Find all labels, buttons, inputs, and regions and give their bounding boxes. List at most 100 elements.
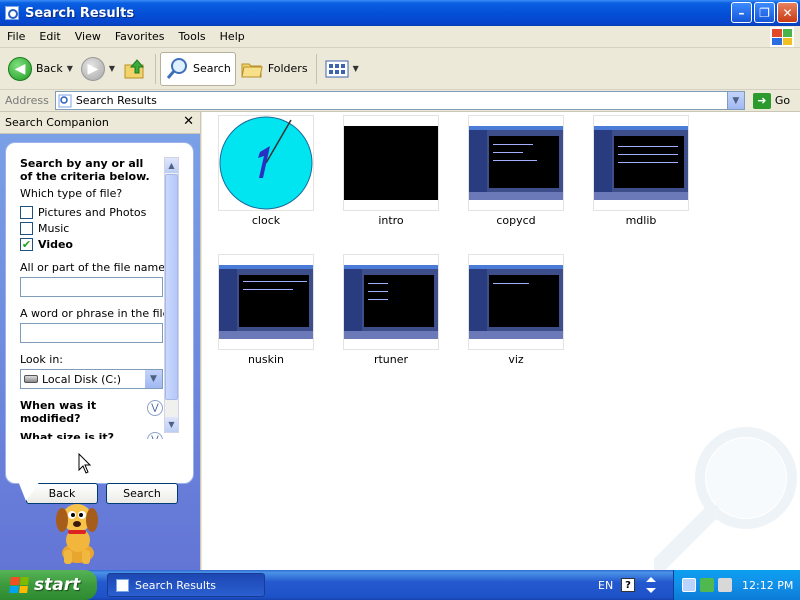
go-arrow-icon: ➜: [752, 92, 771, 109]
menu-tools[interactable]: Tools: [172, 30, 213, 43]
folders-button[interactable]: Folders: [236, 52, 312, 86]
search-dog-icon: [56, 504, 98, 564]
search-window-icon: [116, 578, 129, 592]
phrase-input[interactable]: [20, 323, 163, 343]
forward-button[interactable]: ▶ ▼: [77, 52, 119, 86]
back-arrow-icon: ◀: [8, 56, 32, 81]
file-label-clock[interactable]: clock: [206, 214, 326, 227]
drive-icon: [24, 375, 38, 383]
screenshot-thumbnail-icon: [219, 265, 313, 339]
toolbar: ◀ Back ▼ ▶ ▼ Search Folders ▼: [0, 48, 800, 90]
window-title: Search Results: [25, 5, 135, 21]
screenshot-thumbnail-icon: [344, 265, 438, 339]
address-dropdown-icon[interactable]: ▼: [726, 92, 744, 109]
results-view: clock intro copycd mdlib nuskin rtuner v…: [202, 112, 800, 570]
look-in-dropdown-icon[interactable]: ▼: [145, 370, 162, 388]
companion-search-button[interactable]: Search: [106, 483, 178, 504]
windows-logo-icon: [770, 27, 794, 47]
music-checkbox[interactable]: [20, 222, 33, 235]
modified-label: When was it modified?: [20, 399, 97, 425]
video-label: Video: [38, 238, 73, 251]
look-in-select[interactable]: Local Disk (C:) ▼: [20, 369, 163, 389]
toolbar-separator: [315, 53, 317, 84]
start-button[interactable]: start: [0, 570, 97, 600]
folders-label: Folders: [267, 62, 308, 75]
file-label-intro[interactable]: intro: [331, 214, 451, 227]
clock-thumbnail-icon: [219, 116, 313, 210]
address-value: Search Results: [75, 94, 157, 107]
file-label-viz[interactable]: viz: [456, 353, 576, 366]
minimize-button[interactable]: –: [731, 2, 752, 23]
forward-arrow-icon: ▶: [80, 56, 105, 81]
size-label: What size is it?: [20, 431, 115, 439]
screenshot-thumbnail-icon: [469, 126, 563, 200]
clock-time[interactable]: 12:12 PM: [742, 579, 793, 592]
address-input[interactable]: Search Results ▼: [54, 91, 745, 110]
address-bar: Address Search Results ▼ ➜ Go: [0, 90, 800, 112]
file-thumbnail-intro[interactable]: [343, 115, 439, 211]
file-label-nuskin[interactable]: nuskin: [206, 353, 326, 366]
video-frame-icon: [344, 126, 438, 200]
back-button[interactable]: ◀ Back ▼: [4, 52, 77, 86]
address-label: Address: [5, 94, 49, 107]
scroll-down-icon[interactable]: ▼: [165, 417, 178, 432]
windows-flag-icon: [9, 577, 29, 593]
pane-close-icon[interactable]: ✕: [183, 114, 194, 129]
views-dropdown-icon: ▼: [352, 64, 359, 73]
look-in-value: Local Disk (C:): [42, 372, 122, 386]
expand-chevron-icon[interactable]: ⋁: [147, 400, 163, 416]
menu-file[interactable]: File: [0, 30, 32, 43]
file-name-input[interactable]: [20, 277, 163, 297]
taskbar-item-search-results[interactable]: Search Results: [107, 573, 265, 597]
screenshot-thumbnail-icon: [469, 265, 563, 339]
go-button[interactable]: ➜ Go: [752, 92, 790, 109]
search-button[interactable]: Search: [160, 51, 236, 86]
taskbar-item-label: Search Results: [135, 578, 217, 592]
title-bar[interactable]: Search Results – ❐ ✕: [0, 0, 800, 26]
volume-icon[interactable]: [718, 578, 732, 592]
balloon-tail: [18, 481, 40, 501]
file-label-rtuner[interactable]: rtuner: [331, 353, 451, 366]
mouse-cursor-icon: [78, 453, 92, 474]
taskbar: start Search Results EN ? 12:12 PM: [0, 570, 800, 600]
file-label-copycd[interactable]: copycd: [456, 214, 576, 227]
modified-option[interactable]: When was it modified? ⋁: [20, 399, 163, 425]
file-thumbnail-viz[interactable]: [468, 254, 564, 350]
file-thumbnail-mdlib[interactable]: [593, 115, 689, 211]
size-option[interactable]: What size is it? ⋁: [20, 431, 163, 439]
file-label-mdlib[interactable]: mdlib: [581, 214, 701, 227]
scroll-thumb[interactable]: [165, 174, 178, 400]
views-button[interactable]: ▼: [321, 52, 363, 86]
scroll-arrows-icon[interactable]: [644, 576, 658, 594]
criteria-scrollbar[interactable]: ▲ ▼: [164, 157, 179, 433]
menu-edit[interactable]: Edit: [32, 30, 67, 43]
language-indicator[interactable]: EN: [598, 579, 613, 592]
search-criteria-panel: Search by any or all of the criteria bel…: [5, 142, 194, 504]
pictures-checkbox[interactable]: [20, 206, 33, 219]
folders-icon: [241, 63, 263, 77]
file-thumbnail-rtuner[interactable]: [343, 254, 439, 350]
close-button[interactable]: ✕: [777, 2, 798, 23]
window-controls: – ❐ ✕: [731, 2, 798, 23]
maximize-button[interactable]: ❐: [754, 2, 775, 23]
views-icon: [325, 60, 349, 77]
file-thumbnail-copycd[interactable]: [468, 115, 564, 211]
security-icon[interactable]: [700, 578, 714, 592]
search-companion-header: Search Companion ✕: [0, 112, 200, 134]
menu-help[interactable]: Help: [213, 30, 252, 43]
expand-chevron-icon[interactable]: ⋁: [147, 432, 163, 439]
help-icon[interactable]: ?: [621, 578, 635, 592]
forward-dropdown-icon[interactable]: ▼: [109, 64, 115, 73]
back-dropdown-icon[interactable]: ▼: [67, 64, 73, 73]
menu-favorites[interactable]: Favorites: [108, 30, 172, 43]
system-tray: 12:12 PM: [673, 570, 800, 600]
menu-view[interactable]: View: [68, 30, 108, 43]
scroll-up-icon[interactable]: ▲: [165, 158, 178, 173]
network-icon[interactable]: [682, 578, 696, 592]
up-folder-button[interactable]: [119, 52, 151, 86]
file-thumbnail-clock[interactable]: [218, 115, 314, 211]
start-label: start: [34, 575, 81, 595]
search-watermark-icon: [654, 427, 797, 570]
file-thumbnail-nuskin[interactable]: [218, 254, 314, 350]
video-checkbox[interactable]: ✔: [20, 238, 33, 251]
